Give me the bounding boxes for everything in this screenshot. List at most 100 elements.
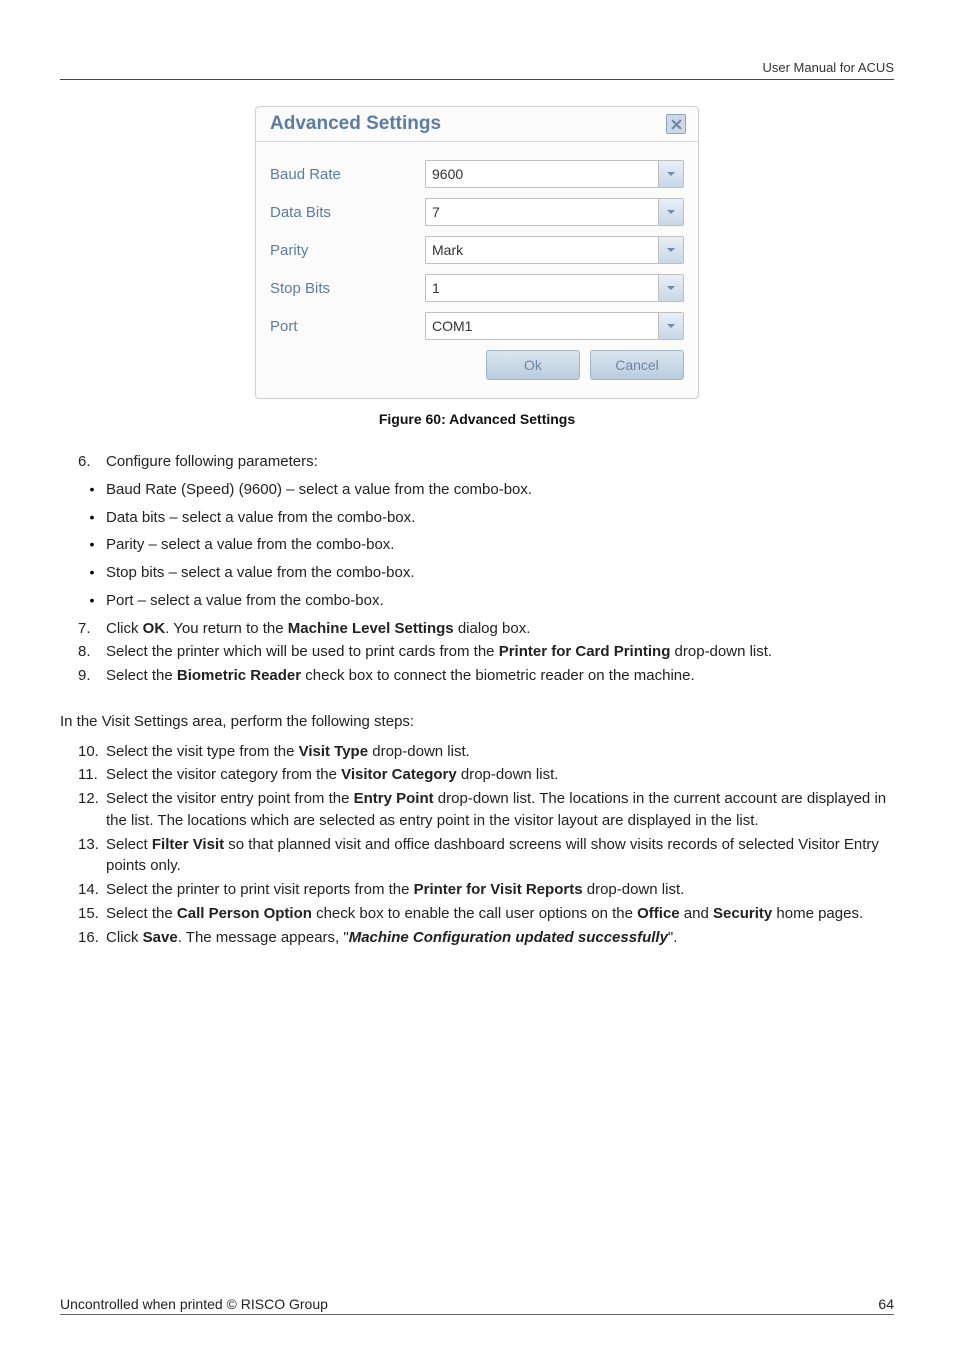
text-bold: Call Person Option [177,905,312,922]
item-text: Parity – select a value from the combo-b… [106,534,394,556]
item-text: Select the printer which will be used to… [106,641,894,663]
close-icon[interactable] [666,114,686,134]
item-number: 6. [78,451,106,473]
text-fragment: ". [668,929,678,946]
chevron-down-icon[interactable] [658,237,683,263]
chevron-down-icon[interactable] [658,313,683,339]
figure-caption: Figure 60: Advanced Settings [60,411,894,427]
text-fragment: drop-down list. [583,881,685,898]
stop-bits-combobox[interactable]: 1 [425,274,684,302]
item-text: Select Filter Visit so that planned visi… [106,834,894,878]
text-fragment: Select the [106,667,177,684]
bullet-icon [78,479,106,501]
bullet-icon [78,507,106,529]
text-fragment: drop-down list. [368,743,470,760]
parity-combobox[interactable]: Mark [425,236,684,264]
text-fragment: . You return to the [165,620,288,637]
item-text: Select the printer to print visit report… [106,879,894,901]
text-fragment: Select the [106,905,177,922]
item-text: Select the visit type from the Visit Typ… [106,741,894,763]
text-fragment: Select the visitor category from the [106,766,341,783]
item-number: 12. [78,788,106,832]
parity-label: Parity [270,242,425,259]
item-number: 10. [78,741,106,763]
item-number: 16. [78,927,106,949]
text-fragment: and [680,905,713,922]
item-number: 13. [78,834,106,878]
item-number: 15. [78,903,106,925]
list-item: Stop bits – select a value from the comb… [78,562,894,584]
list-item: 6. Configure following parameters: [78,451,894,473]
advanced-settings-dialog: Advanced Settings Baud Rate 9600 Data Bi… [255,106,699,399]
item-text: Select the visitor entry point from the … [106,788,894,832]
bullet-icon [78,590,106,612]
list-item: 12. Select the visitor entry point from … [78,788,894,832]
item-text: Baud Rate (Speed) (9600) – select a valu… [106,479,532,501]
list-item: 11. Select the visitor category from the… [78,764,894,786]
item-text: Configure following parameters: [106,451,894,473]
text-bold: Biometric Reader [177,667,301,684]
text-bold: Visit Type [299,743,368,760]
text-bold: Filter Visit [152,836,224,853]
data-bits-combobox[interactable]: 7 [425,198,684,226]
stop-bits-value: 1 [426,275,658,301]
text-fragment: home pages. [772,905,863,922]
item-text: Port – select a value from the combo-box… [106,590,384,612]
ok-button[interactable]: Ok [486,350,580,380]
list-item: Baud Rate (Speed) (9600) – select a valu… [78,479,894,501]
item-number: 8. [78,641,106,663]
text-bold: Office [637,905,680,922]
text-fragment: check box to enable the call user option… [312,905,637,922]
chevron-down-icon[interactable] [658,275,683,301]
list-item: 9. Select the Biometric Reader check box… [78,665,894,687]
list-item: 15. Select the Call Person Option check … [78,903,894,925]
dialog-title: Advanced Settings [270,113,441,135]
text-fragment: check box to connect the biometric reade… [301,667,695,684]
baud-rate-combobox[interactable]: 9600 [425,160,684,188]
section-intro: In the Visit Settings area, perform the … [60,711,894,733]
item-number: 11. [78,764,106,786]
list-item: 7. Click OK. You return to the Machine L… [78,618,894,640]
text-bold: Entry Point [354,790,434,807]
text-bold: Printer for Card Printing [499,643,671,660]
item-text: Click Save. The message appears, "Machin… [106,927,894,949]
list-item: Data bits – select a value from the comb… [78,507,894,529]
header-text: User Manual for ACUS [60,60,894,75]
chevron-down-icon[interactable] [658,199,683,225]
item-number: 9. [78,665,106,687]
item-text: Data bits – select a value from the comb… [106,507,415,529]
list-item: 10. Select the visit type from the Visit… [78,741,894,763]
list-item: 13. Select Filter Visit so that planned … [78,834,894,878]
item-text: Select the Biometric Reader check box to… [106,665,894,687]
text-fragment: Click [106,929,143,946]
text-fragment: Select the printer which will be used to… [106,643,499,660]
data-bits-value: 7 [426,199,658,225]
cancel-button[interactable]: Cancel [590,350,684,380]
parity-value: Mark [426,237,658,263]
text-bold-italic: Machine Configuration updated successful… [349,929,668,946]
header-rule [60,79,894,80]
text-fragment: dialog box. [454,620,531,637]
baud-rate-label: Baud Rate [270,166,425,183]
bullet-icon [78,562,106,584]
item-text: Click OK. You return to the Machine Leve… [106,618,894,640]
text-bold: Save [143,929,178,946]
port-value: COM1 [426,313,658,339]
port-combobox[interactable]: COM1 [425,312,684,340]
text-fragment: drop-down list. [457,766,559,783]
list-item: Port – select a value from the combo-box… [78,590,894,612]
footer-rule [60,1314,894,1315]
text-fragment: drop-down list. [670,643,772,660]
port-label: Port [270,318,425,335]
bullet-icon [78,534,106,556]
stop-bits-label: Stop Bits [270,280,425,297]
page-number: 64 [878,1296,894,1312]
list-item: 8. Select the printer which will be used… [78,641,894,663]
text-fragment: Click [106,620,143,637]
text-bold: Machine Level Settings [288,620,454,637]
chevron-down-icon[interactable] [658,161,683,187]
text-fragment: . The message appears, " [178,929,349,946]
text-fragment: Select the printer to print visit report… [106,881,414,898]
item-number: 14. [78,879,106,901]
item-text: Select the visitor category from the Vis… [106,764,894,786]
